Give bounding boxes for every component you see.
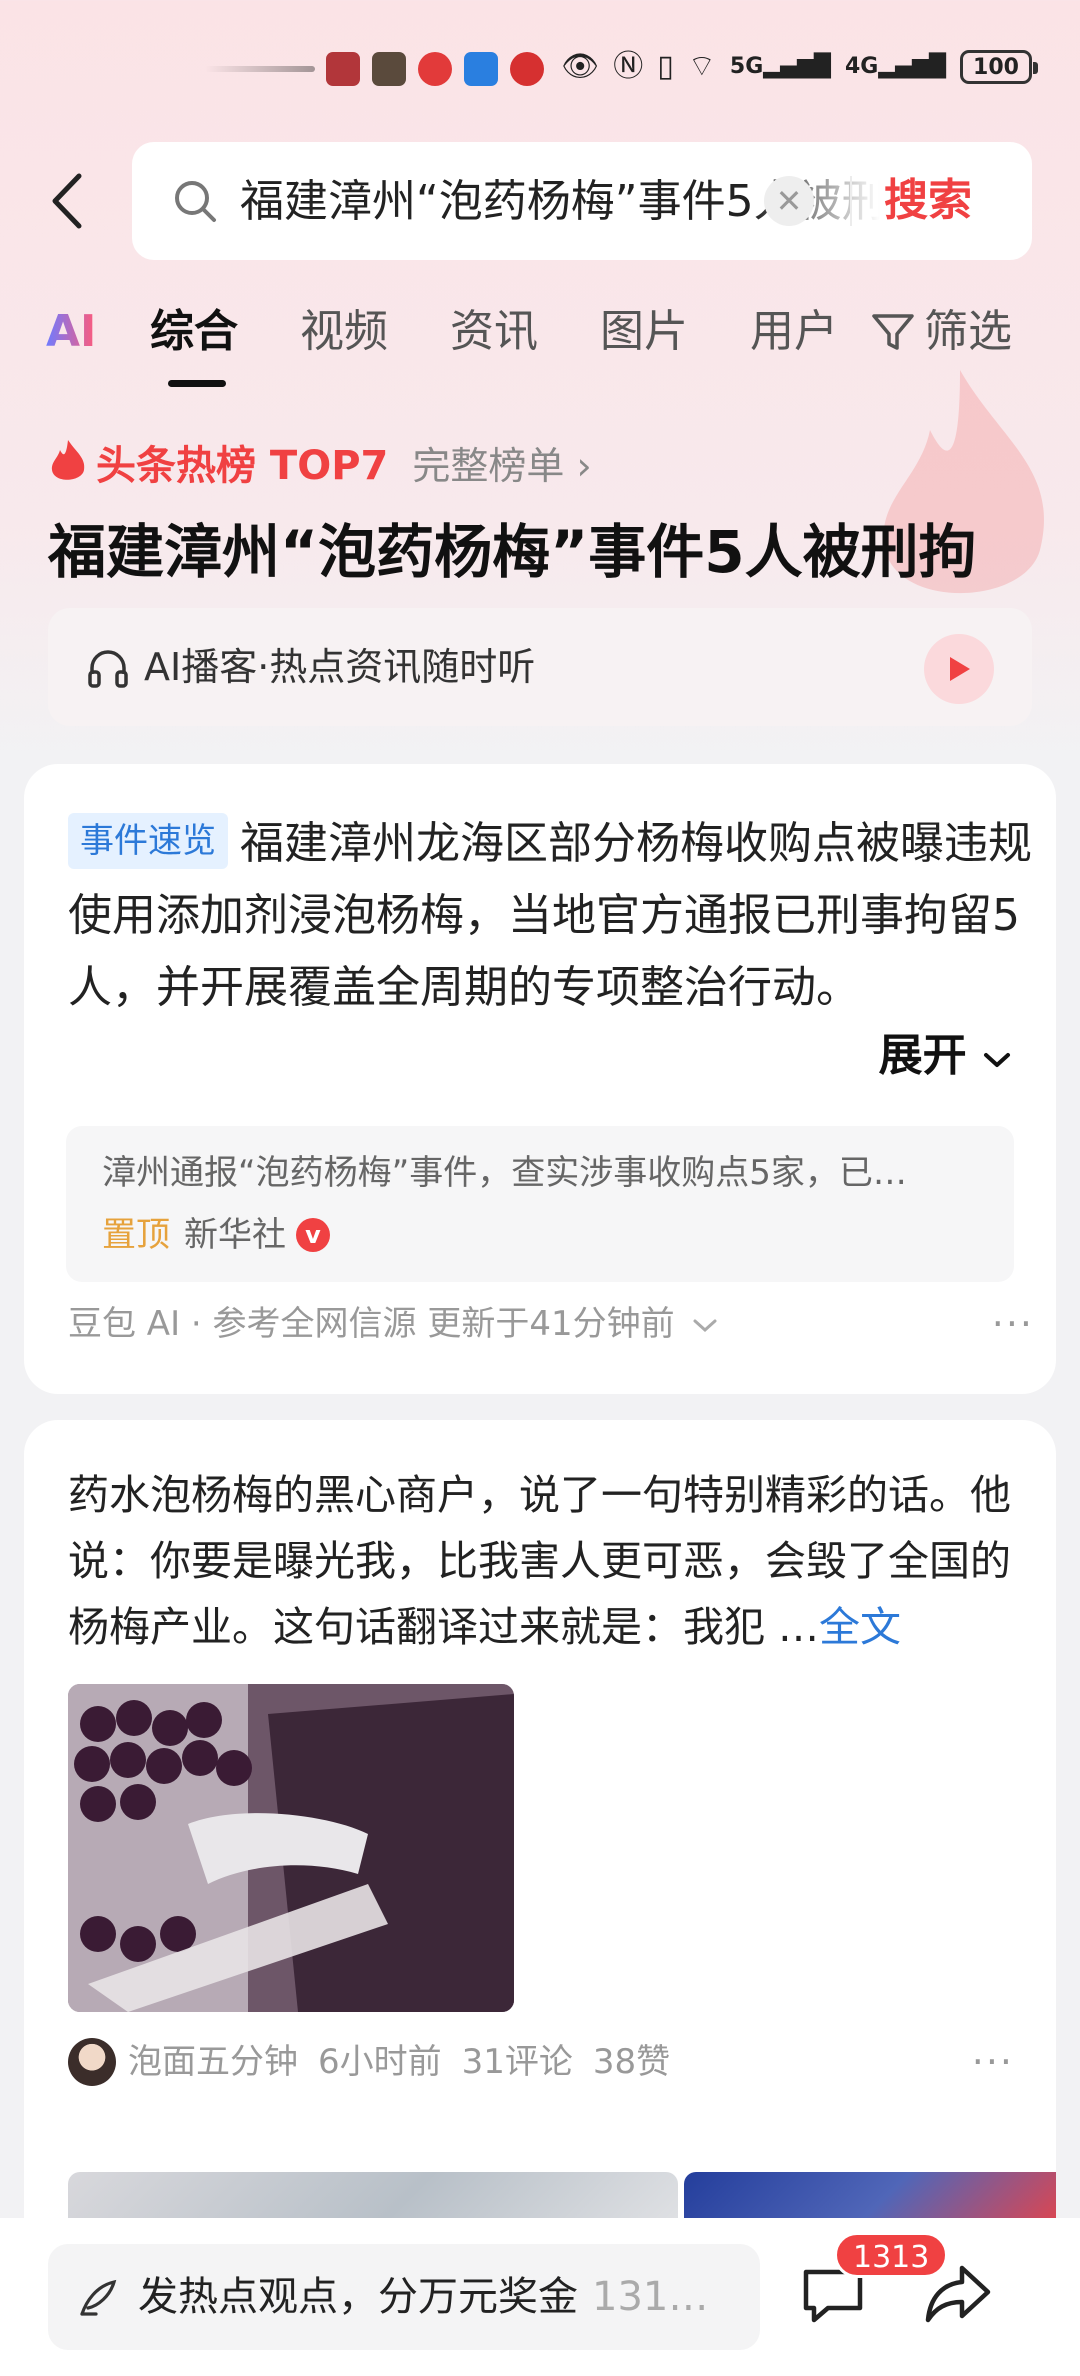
headphones-icon xyxy=(88,650,128,688)
search-icon xyxy=(175,181,216,222)
ai-podcast-bar[interactable]: AI播客·热点资讯随时听 xyxy=(48,608,1032,726)
play-icon xyxy=(950,657,970,681)
play-button[interactable] xyxy=(924,634,994,704)
app-notification-icon xyxy=(510,52,544,86)
post-image[interactable] xyxy=(68,1684,514,2012)
divider xyxy=(850,176,852,226)
signal-4g-icon: 4G▂▄▆█ xyxy=(844,54,946,79)
summary-text-block: 事件速览 福建漳州龙海区部分杨梅收购点被曝违规使用添加剂浸泡杨梅，当地官方通报已刑… xyxy=(68,808,1034,1024)
topic-title: 福建漳州“泡药杨梅”事件5人被刑拘 xyxy=(48,518,977,586)
tab-users[interactable]: 用户 xyxy=(750,296,838,368)
source-article-title: 漳州通报“泡药杨梅”事件，查实涉事收购点5家，已… xyxy=(102,1153,907,1193)
chevron-left-icon xyxy=(52,173,82,229)
tab-active-indicator xyxy=(168,380,226,387)
app-notification-icon xyxy=(372,52,406,86)
tab-comprehensive[interactable]: 综合 xyxy=(150,296,238,368)
bottom-bar: 发热点观点，分万元奖金 131… 1313 xyxy=(0,2218,1080,2376)
source-article[interactable]: 漳州通报“泡药杨梅”事件，查实涉事收购点5家，已… 置顶 新华社 v xyxy=(66,1126,1014,1282)
pinned-label: 置顶 xyxy=(102,1215,170,1255)
hot-ranking-row[interactable]: 头条热榜 TOP7 完整榜单 › xyxy=(48,432,592,492)
bayberries-photo xyxy=(68,1684,514,2012)
wifi-icon: ⌔ xyxy=(687,49,716,84)
notification-indicator xyxy=(205,66,315,72)
filter-button[interactable]: 筛选 xyxy=(870,296,1012,368)
nfc-icon: Ⓝ xyxy=(613,49,644,84)
clear-icon[interactable]: ✕ xyxy=(764,176,814,226)
tab-video[interactable]: 视频 xyxy=(300,296,388,368)
post-text-block: 药水泡杨梅的黑心商户，说了一句特别精彩的话。他说：你要是曝光我，比我害人更可恶，… xyxy=(68,1462,1034,1660)
expand-label: 展开 xyxy=(878,1030,967,1081)
like-count: 38赞 xyxy=(592,2042,671,2082)
podcast-label: AI播客·热点资讯随时听 xyxy=(144,645,536,689)
expand-button[interactable]: 展开 xyxy=(868,1020,1012,1092)
publisher-name: 新华社 xyxy=(184,1215,286,1255)
chevron-down-icon xyxy=(984,1053,1010,1067)
comment-prompt-text: 发热点观点，分万元奖金 xyxy=(138,2274,578,2320)
fulltext-link[interactable]: 全文 xyxy=(819,1603,901,1651)
app-notification-icon xyxy=(418,52,452,86)
comment-count-inline: 131… xyxy=(592,2274,709,2320)
avatar[interactable] xyxy=(68,2038,116,2086)
full-ranking-link[interactable]: 完整榜单 › xyxy=(412,435,591,490)
app-notification-icon xyxy=(326,52,360,86)
tab-images[interactable]: 图片 xyxy=(600,296,688,368)
comment-prompt: 发热点观点，分万元奖金 131… xyxy=(138,2266,708,2328)
back-button[interactable] xyxy=(42,166,92,236)
signal-5g-icon: 5G▂▄▆█ xyxy=(729,54,831,79)
status-icons: 👁 Ⓝ ▯ ⌔ 5G▂▄▆█ 4G▂▄▆█ 100 xyxy=(561,44,1038,90)
tab-ai[interactable]: AI xyxy=(46,296,96,368)
tab-news[interactable]: 资讯 xyxy=(450,296,538,368)
flame-icon xyxy=(51,440,85,480)
pen-icon xyxy=(80,2279,117,2316)
search-bar[interactable]: 福建漳州“泡药杨梅”事件5人被刑拘 ✕ 搜索 xyxy=(132,142,1032,260)
eye-icon: 👁 xyxy=(561,49,600,84)
post-meta: 泡面五分钟 6小时前 31评论 38赞 ··· xyxy=(68,2032,1034,2092)
app-notification-icon xyxy=(464,52,498,86)
status-bar: 👁 Ⓝ ▯ ⌔ 5G▂▄▆█ 4G▂▄▆█ 100 xyxy=(0,0,1080,130)
post-time: 6小时前 xyxy=(318,2042,442,2082)
event-summary-tag: 事件速览 xyxy=(68,813,228,869)
battery-icon: 100 xyxy=(960,50,1038,84)
ai-source-footer[interactable]: 豆包 AI · 参考全网信源 更新于41分钟前 ··· xyxy=(68,1294,1034,1354)
share-icon[interactable] xyxy=(922,2258,994,2330)
event-summary-card: 事件速览 福建漳州龙海区部分杨梅收购点被曝违规使用添加剂浸泡杨梅，当地官方通报已刑… xyxy=(24,764,1056,1394)
search-button[interactable]: 搜索 xyxy=(884,170,972,232)
author-name[interactable]: 泡面五分钟 xyxy=(128,2032,298,2092)
more-icon[interactable]: ··· xyxy=(992,1294,1034,1354)
vibrate-icon: ▯ xyxy=(657,49,674,84)
ellipsis: … xyxy=(778,1603,820,1651)
comment-count: 31评论 xyxy=(461,2042,573,2082)
filter-icon xyxy=(872,314,914,350)
hot-ranking-label: 头条热榜 TOP7 xyxy=(96,443,389,489)
verified-icon: v xyxy=(296,1218,330,1252)
ai-source-text: 豆包 AI · 参考全网信源 更新于41分钟前 xyxy=(68,1304,675,1344)
more-icon[interactable]: ··· xyxy=(972,2032,1014,2092)
source-meta: 置顶 新华社 v xyxy=(102,1210,330,1260)
chevron-down-icon xyxy=(693,1319,717,1333)
filter-label: 筛选 xyxy=(924,306,1012,357)
comment-input[interactable]: 发热点观点，分万元奖金 131… xyxy=(48,2244,760,2350)
